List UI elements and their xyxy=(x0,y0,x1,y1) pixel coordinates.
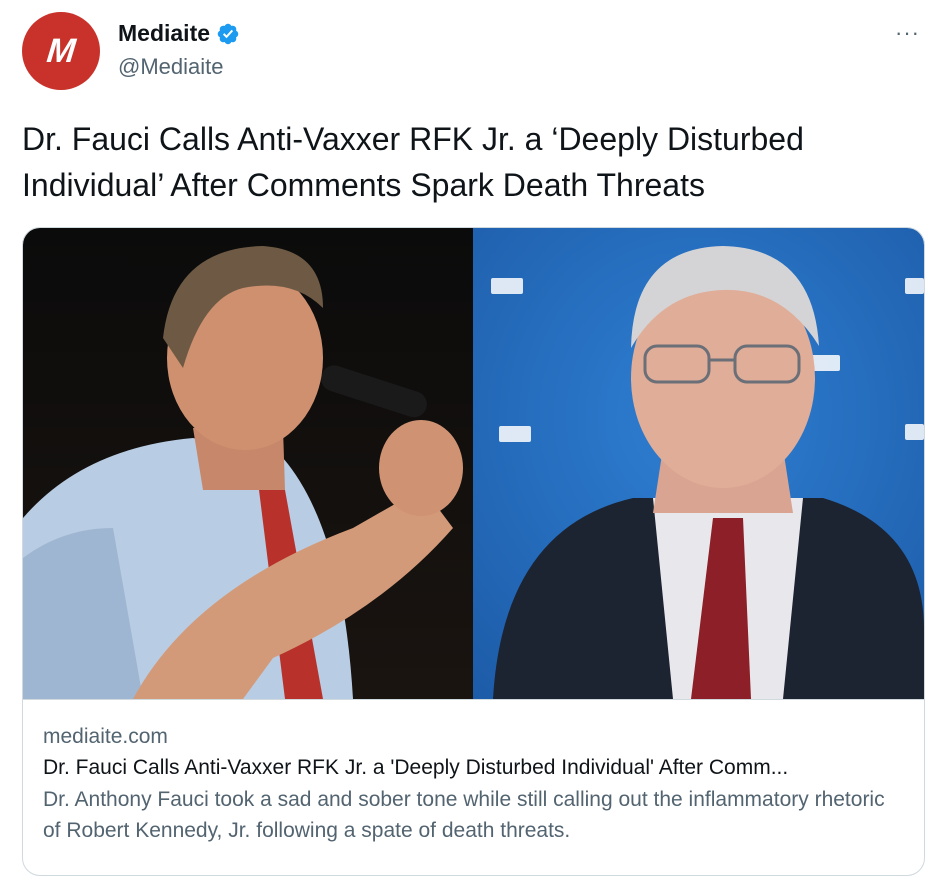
card-body: mediaite.com Dr. Fauci Calls Anti-Vaxxer… xyxy=(23,699,924,875)
avatar[interactable]: M xyxy=(22,12,100,90)
card-title[interactable]: Dr. Fauci Calls Anti-Vaxxer RFK Jr. a 'D… xyxy=(43,752,904,784)
author-handle[interactable]: @Mediaite xyxy=(118,54,224,80)
author-name-row: Mediaite xyxy=(118,20,240,47)
card-image[interactable] xyxy=(23,228,924,699)
more-icon[interactable]: ··· xyxy=(895,20,920,46)
verified-badge-icon xyxy=(217,23,239,44)
card-domain[interactable]: mediaite.com xyxy=(43,722,904,752)
link-card[interactable]: mediaite.com Dr. Fauci Calls Anti-Vaxxer… xyxy=(22,227,925,876)
avatar-letter: M xyxy=(45,31,77,70)
card-description: Dr. Anthony Fauci took a sad and sober t… xyxy=(43,788,885,842)
display-name[interactable]: Mediaite xyxy=(118,20,210,47)
image-left xyxy=(23,228,473,699)
image-right xyxy=(473,228,924,699)
tweet-text: Dr. Fauci Calls Anti-Vaxxer RFK Jr. a ‘D… xyxy=(22,121,804,203)
